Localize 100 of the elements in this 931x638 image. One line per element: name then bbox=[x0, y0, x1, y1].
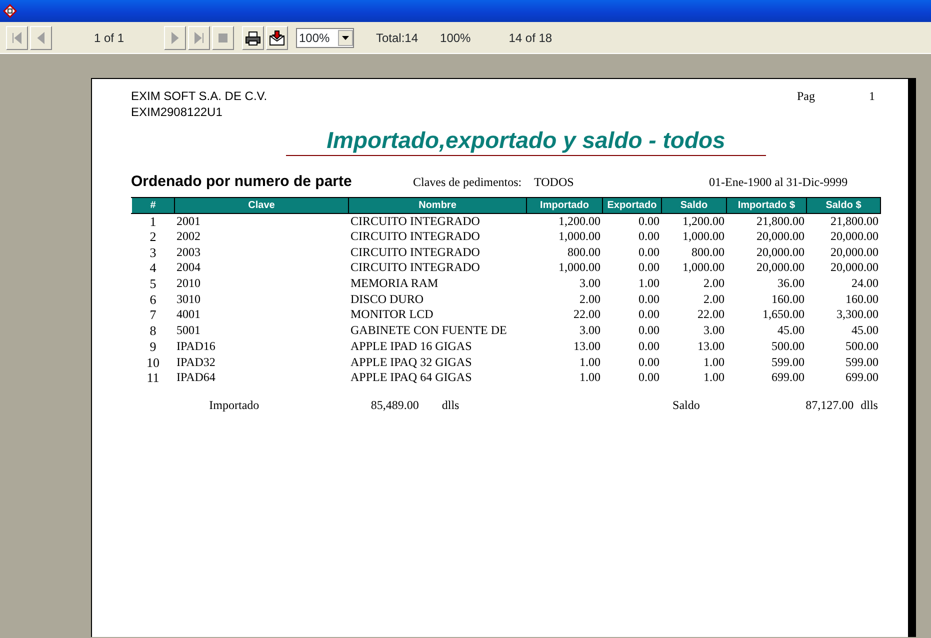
table-cell-text: 22.00 bbox=[696, 307, 726, 323]
column-header: Nombre bbox=[348, 197, 526, 213]
table-cell-text: 0.00 bbox=[638, 338, 660, 354]
company-name: EXIM SOFT S.A. DE C.V. bbox=[131, 88, 268, 104]
total-value: 87,127.00 bbox=[804, 396, 854, 414]
table-cell-text: GABINETE CON FUENTE DE bbox=[350, 322, 508, 338]
status-text: Total:14 bbox=[376, 30, 418, 46]
table-cell-text: 20,000.00 bbox=[756, 260, 806, 276]
table-cell-text: 599.00 bbox=[770, 354, 806, 370]
table-cell-text: 5001 bbox=[176, 322, 202, 338]
table-cell-text: APPLE IPAD 16 GIGAS bbox=[350, 338, 473, 354]
table-cell-text: 3.00 bbox=[702, 322, 726, 338]
table-cell-text: 20,000.00 bbox=[830, 244, 880, 260]
table-cell-text: IPAD32 bbox=[176, 354, 216, 370]
table-cell-text: MEMORIA RAM bbox=[350, 276, 440, 292]
column-header: Saldo $ bbox=[806, 197, 880, 213]
filter-value: TODOS bbox=[534, 174, 575, 191]
table-cell-text: 8 bbox=[148, 322, 158, 338]
table-cell-text: 500.00 bbox=[770, 338, 806, 354]
table-cell: 21,800.00 bbox=[726, 213, 806, 229]
column-header: Clave bbox=[174, 197, 348, 213]
table-cell-text: 0.00 bbox=[638, 291, 660, 308]
table-cell-text: 3 bbox=[148, 244, 158, 260]
currency-unit: dlls bbox=[440, 396, 460, 414]
table-cell-text: CIRCUITO INTEGRADO bbox=[350, 228, 481, 244]
table-cell: 2001 bbox=[174, 213, 348, 229]
export-button[interactable] bbox=[266, 26, 288, 50]
table-cell: 1,200.00 bbox=[526, 213, 602, 229]
table-cell-text: 2002 bbox=[176, 228, 202, 244]
table-cell-text: 599.00 bbox=[844, 354, 880, 370]
table-cell: 1,200.00 bbox=[662, 213, 726, 229]
table-cell: CIRCUITO INTEGRADO bbox=[348, 213, 526, 229]
table-cell-text: 0.00 bbox=[638, 228, 660, 244]
table-cell-text: 20,000.00 bbox=[756, 228, 806, 244]
table-cell-text: 1,650.00 bbox=[762, 307, 806, 323]
table-cell-text: 45.00 bbox=[850, 322, 880, 338]
report-title: Importado,exportado y saldo - todos bbox=[286, 126, 766, 156]
table-cell: 1 bbox=[132, 213, 174, 229]
total-label: Importado bbox=[209, 396, 260, 414]
filter-label: Claves de pedimentos: bbox=[413, 174, 523, 191]
table-cell-text: 4 bbox=[148, 260, 158, 276]
table-cell-text: 2.00 bbox=[702, 276, 726, 292]
table-cell-text: 0.00 bbox=[638, 322, 660, 338]
table-cell-text: IPAD64 bbox=[176, 370, 216, 386]
table-cell-text: 20,000.00 bbox=[830, 260, 880, 276]
column-header: Saldo bbox=[662, 197, 726, 213]
table-cell-text: 20,000.00 bbox=[756, 244, 806, 260]
table-cell-text: 699.00 bbox=[770, 370, 806, 386]
table-cell-text: 24.00 bbox=[850, 276, 880, 292]
table-cell-text: 160.00 bbox=[770, 291, 806, 308]
status-text: 14 of 18 bbox=[508, 30, 552, 46]
table-cell-text: 9 bbox=[148, 338, 158, 354]
table-cell-text: 1,000.00 bbox=[558, 228, 602, 244]
table-cell-text: 13.00 bbox=[572, 338, 602, 354]
table-cell-text: 1.00 bbox=[702, 370, 726, 386]
table-cell-text: 500.00 bbox=[844, 338, 880, 354]
table-cell-text: 1,000.00 bbox=[682, 228, 726, 244]
table-cell-text: 1.00 bbox=[638, 276, 660, 292]
table-cell-text: 2.00 bbox=[702, 291, 726, 308]
app-icon bbox=[3, 4, 17, 18]
table-cell: 21,800.00 bbox=[806, 213, 880, 229]
caret-icon bbox=[342, 36, 349, 40]
table-cell-text: 4001 bbox=[176, 307, 202, 323]
table-cell-text: 2010 bbox=[176, 276, 202, 292]
table-cell: 0.00 bbox=[602, 213, 662, 229]
table-cell-text: 7 bbox=[148, 307, 158, 323]
table-cell-text: MONITOR LCD bbox=[350, 307, 434, 323]
table-cell-text: DISCO DURO bbox=[350, 291, 425, 308]
table-cell-text: 36.00 bbox=[776, 276, 806, 292]
table-cell-text: 1.00 bbox=[702, 354, 726, 370]
print-button[interactable] bbox=[242, 26, 264, 50]
table-cell-text: 0.00 bbox=[638, 307, 660, 323]
table-cell-text: 699.00 bbox=[844, 370, 880, 386]
tax-id: EXIM2908122U1 bbox=[131, 104, 224, 120]
column-header: Exportado bbox=[602, 197, 662, 213]
envelope-icon bbox=[269, 30, 285, 46]
table-cell-text: 13.00 bbox=[696, 338, 726, 354]
table-cell-text: 1,000.00 bbox=[558, 260, 602, 276]
table-cell-text: APPLE IPAQ 64 GIGAS bbox=[350, 370, 473, 386]
table-cell-text: 10 bbox=[146, 354, 160, 370]
table-cell-text: 0.00 bbox=[638, 244, 660, 260]
table-cell-text: 0.00 bbox=[638, 260, 660, 276]
column-header: Importado $ bbox=[726, 197, 806, 213]
report-subtitle: Ordenado por numero de parte bbox=[131, 172, 353, 192]
table-cell-text: 3,300.00 bbox=[836, 307, 880, 323]
table-cell-text: 1.00 bbox=[578, 370, 602, 386]
table-cell-text: 0.00 bbox=[638, 354, 660, 370]
printer-icon bbox=[245, 30, 261, 46]
table-cell-text: 0.00 bbox=[638, 370, 660, 386]
table-cell-text: CIRCUITO INTEGRADO bbox=[350, 260, 481, 276]
table-cell-text: 3.00 bbox=[578, 276, 602, 292]
table-cell-text: IPAD16 bbox=[176, 338, 216, 354]
currency-unit: dlls bbox=[860, 396, 878, 414]
table-cell-text: APPLE IPAQ 32 GIGAS bbox=[350, 354, 473, 370]
zoom-dropdown[interactable]: 100% bbox=[296, 28, 354, 48]
table-cell-text: 160.00 bbox=[844, 291, 880, 308]
page-label: Pag bbox=[797, 88, 815, 105]
column-header: # bbox=[132, 197, 174, 213]
table-cell-text: 1.00 bbox=[578, 354, 602, 370]
table-cell-text: 6 bbox=[148, 291, 158, 308]
